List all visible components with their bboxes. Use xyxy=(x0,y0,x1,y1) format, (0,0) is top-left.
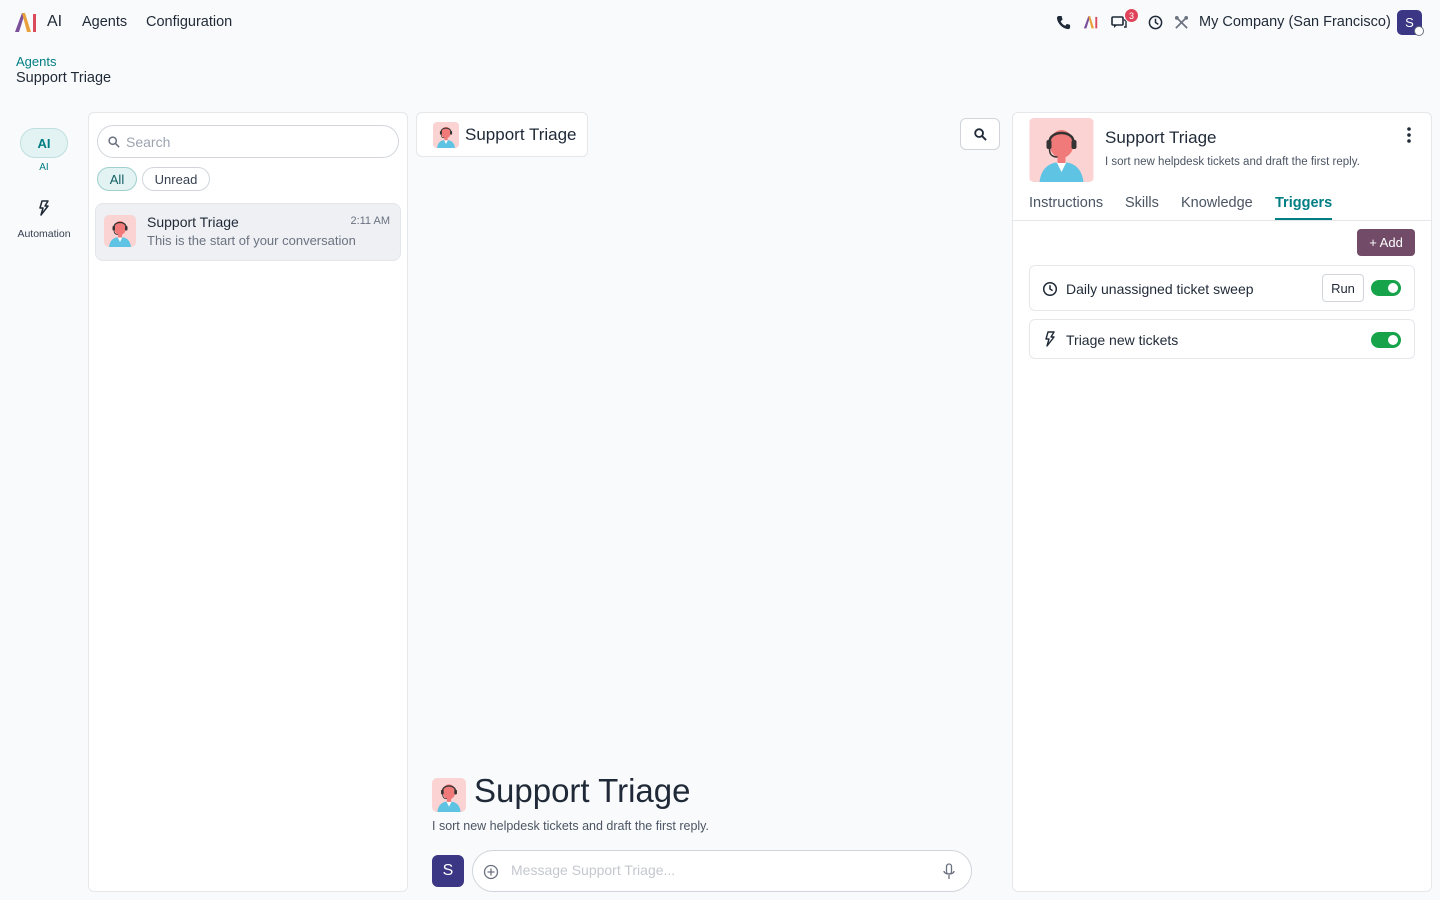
tab-triggers[interactable]: Triggers xyxy=(1275,195,1333,220)
agent-description: I sort new helpdesk tickets and draft th… xyxy=(1105,156,1360,168)
trigger-row[interactable]: Triage new tickets xyxy=(1029,319,1415,359)
message-composer[interactable] xyxy=(472,850,972,892)
trigger-row[interactable]: Daily unassigned ticket sweep Run xyxy=(1029,265,1415,311)
tab-instructions[interactable]: Instructions xyxy=(1029,195,1103,218)
trigger-enabled-toggle[interactable] xyxy=(1371,332,1401,348)
add-attachment-icon[interactable] xyxy=(483,864,499,880)
agent-avatar xyxy=(432,778,466,812)
tab-skills[interactable]: Skills xyxy=(1125,195,1159,218)
app-logo-icon[interactable] xyxy=(14,11,40,33)
bolt-icon[interactable] xyxy=(34,198,54,218)
welcome-subtitle: I sort new helpdesk tickets and draft th… xyxy=(432,819,709,833)
tools-icon[interactable] xyxy=(1172,13,1190,31)
agent-name: Support Triage xyxy=(1105,128,1217,147)
rail-ai-button[interactable]: AI xyxy=(20,128,68,158)
breadcrumb-agents-link[interactable]: Agents xyxy=(16,54,56,69)
app-name[interactable]: AI xyxy=(47,13,62,31)
message-input[interactable] xyxy=(511,862,931,878)
run-trigger-button[interactable]: Run xyxy=(1322,274,1364,302)
tab-knowledge[interactable]: Knowledge xyxy=(1181,195,1253,218)
top-navbar: AI Agents Configuration 3 My Company (Sa… xyxy=(0,0,1440,46)
microphone-icon[interactable] xyxy=(941,863,957,881)
conversation-preview: This is the start of your conversation xyxy=(147,233,356,248)
welcome-title: Support Triage xyxy=(474,772,691,809)
filter-unread[interactable]: Unread xyxy=(142,167,210,191)
rail-automation-label[interactable]: Automation xyxy=(10,228,78,240)
list-item[interactable]: Support Triage 2:11 AM This is the start… xyxy=(95,203,401,261)
agent-avatar xyxy=(104,215,136,247)
conversation-list-panel: All Unread Support Triage 2:11 AM This i… xyxy=(88,112,408,892)
company-switcher[interactable]: My Company (San Francisco) xyxy=(1199,14,1391,30)
chat-agent-header[interactable]: Support Triage xyxy=(416,112,588,157)
trigger-name: Daily unassigned ticket sweep xyxy=(1066,281,1254,297)
filter-all[interactable]: All xyxy=(97,167,137,191)
menu-configuration[interactable]: Configuration xyxy=(146,14,232,30)
add-trigger-button[interactable]: + Add xyxy=(1357,229,1415,256)
clock-icon[interactable] xyxy=(1146,13,1164,31)
menu-agents[interactable]: Agents xyxy=(82,14,127,30)
rail-ai-caption: AI xyxy=(39,162,49,173)
search-icon xyxy=(108,135,120,148)
agent-tabs: Instructions Skills Knowledge Triggers xyxy=(1013,191,1431,221)
agent-avatar xyxy=(433,122,459,148)
conversation-name: Support Triage xyxy=(147,214,239,230)
trigger-name: Triage new tickets xyxy=(1066,332,1179,348)
search-box[interactable] xyxy=(97,125,399,158)
trigger-enabled-toggle[interactable] xyxy=(1371,280,1401,296)
bolt-icon xyxy=(1045,331,1055,347)
ai-logo-icon[interactable] xyxy=(1082,13,1100,31)
messages-badge: 3 xyxy=(1124,8,1139,23)
chat-agent-name: Support Triage xyxy=(465,125,577,144)
search-input[interactable] xyxy=(126,133,386,150)
chat-search-button[interactable] xyxy=(960,118,1000,150)
conversation-time: 2:11 AM xyxy=(350,215,390,227)
clock-icon xyxy=(1042,281,1058,297)
user-status-indicator xyxy=(1414,26,1424,36)
agent-details-panel: Support Triage I sort new helpdesk ticke… xyxy=(1012,112,1432,892)
composer-user-avatar: S xyxy=(432,855,464,887)
phone-icon[interactable] xyxy=(1054,13,1072,31)
more-options-icon[interactable] xyxy=(1401,125,1417,145)
search-icon xyxy=(973,127,987,141)
breadcrumb-current: Support Triage xyxy=(16,70,112,86)
agent-avatar[interactable] xyxy=(1029,118,1094,182)
